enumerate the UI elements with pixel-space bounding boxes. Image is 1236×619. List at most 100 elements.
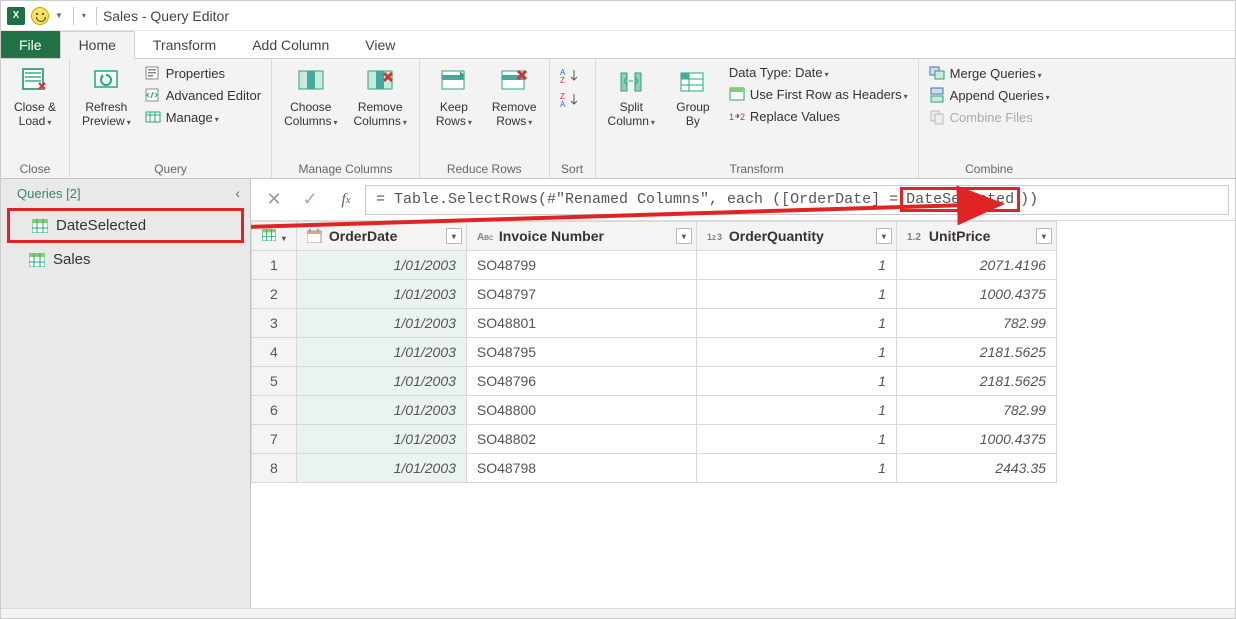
filter-dropdown-icon[interactable]: ▾ <box>446 228 462 244</box>
keep-rows-button[interactable]: Keep Rows▾ <box>426 63 482 132</box>
cell-orderdate[interactable]: 1/01/2003 <box>296 425 466 454</box>
cell-orderquantity[interactable]: 1 <box>696 309 896 338</box>
merge-queries-button[interactable]: Merge Queries▾ <box>925 63 1054 83</box>
first-row-headers-label: Use First Row as Headers▾ <box>750 87 908 102</box>
filter-dropdown-icon[interactable]: ▾ <box>676 228 692 244</box>
column-header-orderquantity[interactable]: 123OrderQuantity▾ <box>696 222 896 251</box>
remove-columns-button[interactable]: Remove Columns▾ <box>347 63 412 132</box>
split-column-button[interactable]: Split Column▾ <box>602 63 661 132</box>
table-row[interactable]: 31/01/2003SO488011782.99 <box>252 309 1057 338</box>
row-number[interactable]: 8 <box>252 454 297 483</box>
cell-orderquantity[interactable]: 1 <box>696 338 896 367</box>
cell-orderquantity[interactable]: 1 <box>696 367 896 396</box>
cell-unitprice[interactable]: 1000.4375 <box>896 280 1056 309</box>
row-number[interactable]: 7 <box>252 425 297 454</box>
row-number[interactable]: 1 <box>252 251 297 280</box>
row-number[interactable]: 2 <box>252 280 297 309</box>
cell-unitprice[interactable]: 1000.4375 <box>896 425 1056 454</box>
choose-columns-button[interactable]: Choose Columns▾ <box>278 63 343 132</box>
row-number[interactable]: 5 <box>252 367 297 396</box>
qat-overflow-icon[interactable]: ▾ <box>82 11 86 20</box>
advanced-editor-button[interactable]: Advanced Editor <box>141 85 265 105</box>
sort-desc-button[interactable]: ZA <box>556 91 584 109</box>
remove-rows-button[interactable]: Remove Rows▾ <box>486 63 543 132</box>
table-row[interactable]: 71/01/2003SO4880211000.4375 <box>252 425 1057 454</box>
tab-add-column[interactable]: Add Column <box>234 31 347 58</box>
manage-button[interactable]: Manage▾ <box>141 107 265 127</box>
query-item-sales[interactable]: Sales <box>1 245 250 274</box>
cell-invoice-number[interactable]: SO48799 <box>466 251 696 280</box>
table-row[interactable]: 51/01/2003SO4879612181.5625 <box>252 367 1057 396</box>
formula-cancel-button[interactable]: ✕ <box>257 185 291 215</box>
column-name: Invoice Number <box>499 228 604 244</box>
column-header-invoice-number[interactable]: ABCInvoice Number▾ <box>466 222 696 251</box>
replace-values-button[interactable]: 12 Replace Values <box>725 106 912 126</box>
row-number[interactable]: 3 <box>252 309 297 338</box>
column-header-unitprice[interactable]: 1.2 UnitPrice ▾ <box>896 222 1056 251</box>
cell-orderdate[interactable]: 1/01/2003 <box>296 251 466 280</box>
table-row[interactable]: 61/01/2003SO488001782.99 <box>252 396 1057 425</box>
cell-orderdate[interactable]: 1/01/2003 <box>296 338 466 367</box>
filter-dropdown-icon[interactable]: ▾ <box>876 228 892 244</box>
cell-orderdate[interactable]: 1/01/2003 <box>296 280 466 309</box>
cell-unitprice[interactable]: 782.99 <box>896 309 1056 338</box>
cell-orderdate[interactable]: 1/01/2003 <box>296 367 466 396</box>
formula-input[interactable]: = Table.SelectRows(#"Renamed Columns", e… <box>365 185 1229 215</box>
cell-unitprice[interactable]: 2181.5625 <box>896 338 1056 367</box>
table-row[interactable]: 21/01/2003SO4879711000.4375 <box>252 280 1057 309</box>
tab-file[interactable]: File <box>1 31 60 58</box>
cell-unitprice[interactable]: 2443.35 <box>896 454 1056 483</box>
cell-invoice-number[interactable]: SO48795 <box>466 338 696 367</box>
cell-orderdate[interactable]: 1/01/2003 <box>296 309 466 338</box>
table-row[interactable]: 41/01/2003SO4879512181.5625 <box>252 338 1057 367</box>
cell-invoice-number[interactable]: SO48800 <box>466 396 696 425</box>
cell-invoice-number[interactable]: SO48796 <box>466 367 696 396</box>
advanced-editor-label: Advanced Editor <box>166 88 261 103</box>
data-grid-wrapper[interactable]: ▾ OrderDate▾ABCInvoice Number▾123OrderQu… <box>251 221 1235 608</box>
cell-orderquantity[interactable]: 1 <box>696 454 896 483</box>
tab-view[interactable]: View <box>347 31 413 58</box>
cell-invoice-number[interactable]: SO48797 <box>466 280 696 309</box>
cell-orderdate[interactable]: 1/01/2003 <box>296 454 466 483</box>
ribbon-group-reduce-rows: Keep Rows▾ Remove Rows▾ Reduce Rows <box>420 59 550 178</box>
cell-orderquantity[interactable]: 1 <box>696 396 896 425</box>
tab-transform[interactable]: Transform <box>135 31 234 58</box>
sort-asc-button[interactable]: AZ <box>556 67 584 85</box>
smiley-icon[interactable] <box>31 7 49 25</box>
filter-dropdown-icon[interactable]: ▾ <box>1036 228 1052 244</box>
row-number[interactable]: 4 <box>252 338 297 367</box>
type-icon <box>307 229 323 243</box>
formula-accept-button[interactable]: ✓ <box>293 185 327 215</box>
table-row[interactable]: 11/01/2003SO4879912071.4196 <box>252 251 1057 280</box>
cell-invoice-number[interactable]: SO48798 <box>466 454 696 483</box>
cell-invoice-number[interactable]: SO48801 <box>466 309 696 338</box>
close-and-load-button[interactable]: Close & Load▾ <box>7 63 63 132</box>
group-by-button[interactable]: Group By <box>665 63 721 130</box>
column-name: UnitPrice <box>929 228 990 244</box>
append-queries-button[interactable]: Append Queries▾ <box>925 85 1054 105</box>
column-header-orderdate[interactable]: OrderDate▾ <box>296 222 466 251</box>
tab-home[interactable]: Home <box>60 31 135 59</box>
cell-orderquantity[interactable]: 1 <box>696 280 896 309</box>
row-number[interactable]: 6 <box>252 396 297 425</box>
query-item-dateselected[interactable]: DateSelected <box>7 208 244 243</box>
cell-orderdate[interactable]: 1/01/2003 <box>296 396 466 425</box>
collapse-panel-icon[interactable]: ‹ <box>235 185 240 201</box>
formula-text-suffix: )) <box>1020 191 1038 208</box>
cell-invoice-number[interactable]: SO48802 <box>466 425 696 454</box>
cell-orderquantity[interactable]: 1 <box>696 425 896 454</box>
queries-panel-header[interactable]: Queries [2] ‹ <box>1 185 250 206</box>
type-icon: 1.2 <box>907 229 923 243</box>
cell-unitprice[interactable]: 2181.5625 <box>896 367 1056 396</box>
qat-dropdown-icon[interactable]: ▼ <box>55 11 63 20</box>
cell-orderquantity[interactable]: 1 <box>696 251 896 280</box>
data-type-button[interactable]: Data Type: Date▾ <box>725 63 912 82</box>
properties-button[interactable]: Properties <box>141 63 265 83</box>
refresh-preview-button[interactable]: Refresh Preview▾ <box>76 63 137 132</box>
first-row-headers-button[interactable]: Use First Row as Headers▾ <box>725 84 912 104</box>
table-row[interactable]: 81/01/2003SO4879812443.35 <box>252 454 1057 483</box>
cell-unitprice[interactable]: 782.99 <box>896 396 1056 425</box>
select-all-corner[interactable]: ▾ <box>252 222 297 251</box>
cell-unitprice[interactable]: 2071.4196 <box>896 251 1056 280</box>
formula-fx-icon[interactable]: fx <box>329 185 363 215</box>
